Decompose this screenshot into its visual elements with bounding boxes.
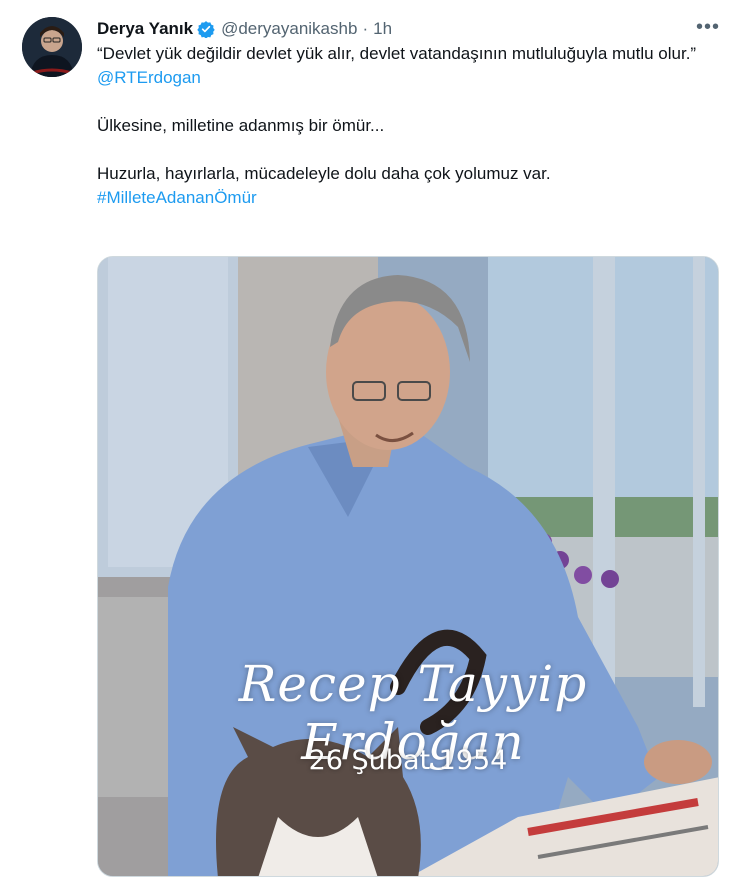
verified-badge-icon xyxy=(197,20,215,39)
hashtag-link[interactable]: #MilleteAdananÖmür xyxy=(97,188,257,207)
more-icon[interactable]: ••• xyxy=(696,16,720,39)
text-line: Ülkesine, milletine adanmış bir ömür... xyxy=(97,116,385,135)
text-line: Huzurla, hayırlarla, mücadeleyle dolu da… xyxy=(97,164,551,183)
quote-text: “Devlet yük değildir devlet yük alır, de… xyxy=(97,44,697,63)
caption-date: 26 Şubat 1954 xyxy=(308,745,508,776)
tweet-image[interactable]: Recep Tayyip Erdoğan 26 Şubat 1954 xyxy=(97,256,719,877)
tweet-text: “Devlet yük değildir devlet yük alır, de… xyxy=(97,42,717,210)
tweet-header: Derya Yanık @deryayanikashb · 1h ••• xyxy=(97,16,720,40)
separator-dot: · xyxy=(362,19,369,38)
mention-link[interactable]: @RTErdogan xyxy=(97,68,201,87)
photo-illustration xyxy=(98,257,718,876)
tweet-card[interactable]: Derya Yanık @deryayanikashb · 1h ••• “De… xyxy=(0,0,740,889)
author-name[interactable]: Derya Yanık xyxy=(97,19,193,39)
timestamp[interactable]: 1h xyxy=(373,19,392,39)
author-handle[interactable]: @deryayanikashb xyxy=(221,19,357,39)
avatar[interactable] xyxy=(22,17,82,77)
